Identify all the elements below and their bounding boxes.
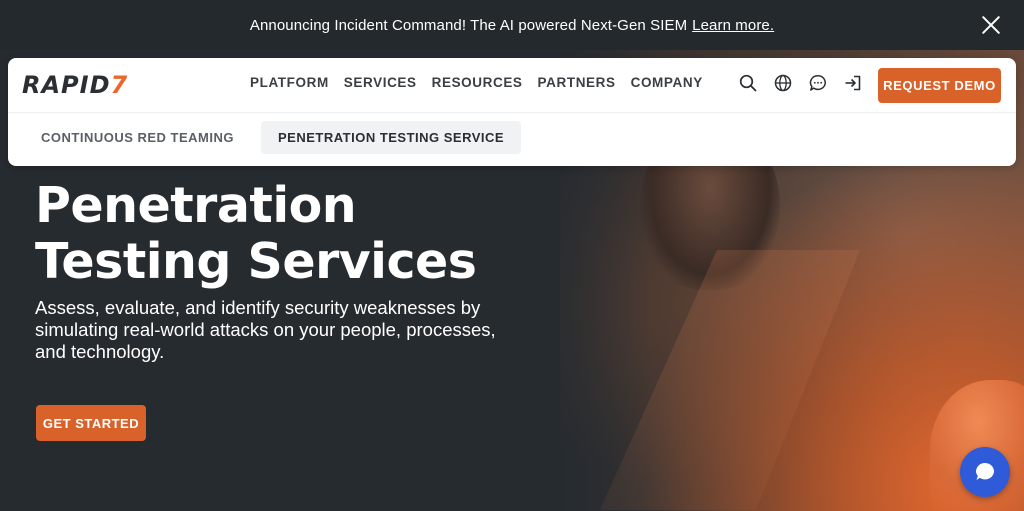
nav-item-services[interactable]: SERVICES [344,75,417,90]
login-icon[interactable] [844,74,862,92]
nav-item-company[interactable]: COMPANY [631,75,703,90]
logo[interactable]: RAPID 7 [22,71,129,99]
page-title: Penetration Testing Services [35,178,555,290]
close-icon[interactable] [980,14,1002,36]
nav-item-partners[interactable]: PARTNERS [538,75,616,90]
announcement-text: Announcing Incident Command! The AI powe… [249,16,688,34]
utility-icons [739,74,862,92]
request-demo-button[interactable]: REQUEST DEMO [878,68,1001,103]
main-nav: PLATFORM SERVICES RESOURCES PARTNERS COM… [250,75,703,90]
subnav-item-penetration-testing-service[interactable]: PENETRATION TESTING SERVICE [261,121,522,154]
nav-item-platform[interactable]: PLATFORM [250,75,329,90]
logo-text: RAPID [22,71,111,99]
logo-mark: 7 [110,71,129,99]
chat-icon[interactable] [809,74,827,92]
sub-nav: CONTINUOUS RED TEAMING PENETRATION TESTI… [24,121,522,154]
announcement-bar: Announcing Incident Command! The AI powe… [0,0,1024,50]
chat-widget-button[interactable] [960,447,1010,497]
chat-bubble-icon [976,463,994,480]
navigation-card: RAPID 7 PLATFORM SERVICES RESOURCES PARTN… [8,58,1016,166]
learn-more-link[interactable]: Learn more. [692,17,774,34]
title-line-1: Penetration [35,177,357,234]
subnav-item-continuous-red-teaming[interactable]: CONTINUOUS RED TEAMING [24,121,251,154]
nav-divider [8,112,1016,113]
globe-icon[interactable] [774,74,792,92]
title-line-2: Testing Services [35,233,477,290]
search-icon[interactable] [739,74,757,92]
nav-item-resources[interactable]: RESOURCES [432,75,523,90]
hero-subtitle: Assess, evaluate, and identify security … [35,297,496,362]
get-started-button[interactable]: GET STARTED [36,405,146,441]
